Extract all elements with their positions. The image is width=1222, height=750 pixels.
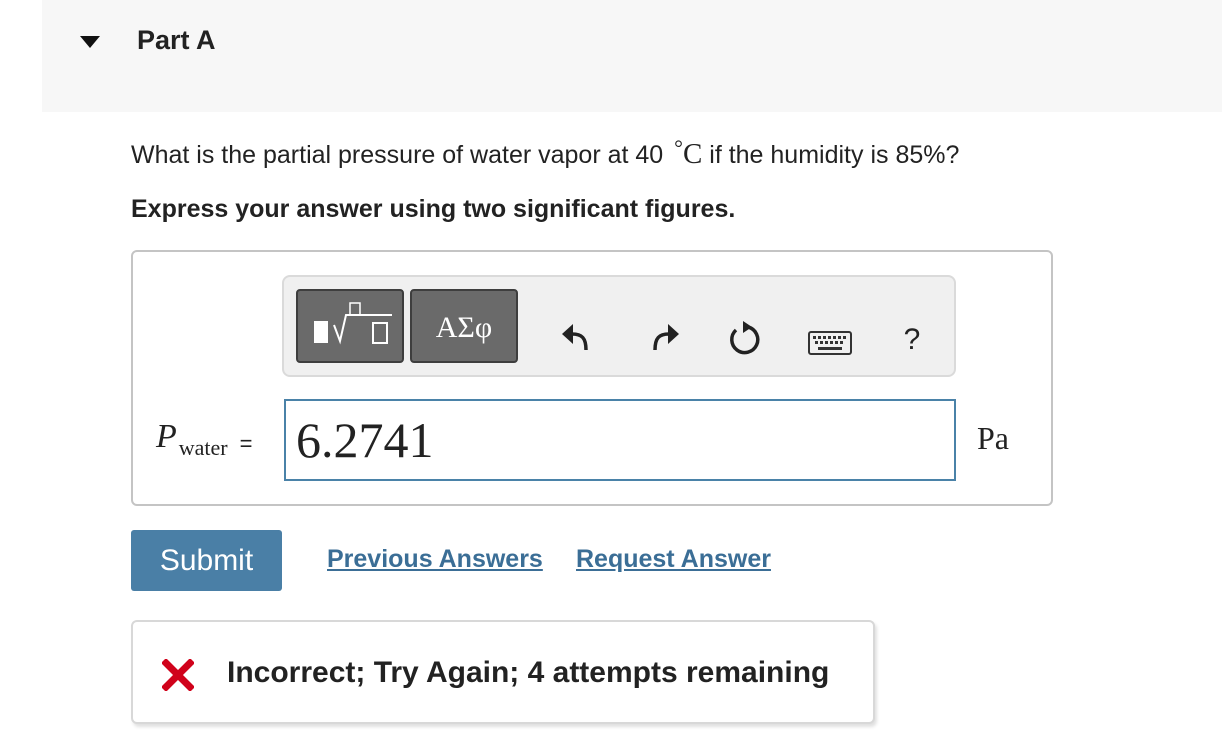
variable-subscript: water bbox=[178, 435, 228, 460]
answer-unit: Pa bbox=[977, 420, 1009, 456]
answer-input[interactable]: 6.2741 bbox=[284, 399, 956, 481]
symbols-button[interactable]: ΑΣφ bbox=[410, 289, 518, 363]
instruction-text: Express your answer using two significan… bbox=[131, 195, 736, 223]
part-title: Part A bbox=[137, 25, 216, 55]
equals-sign: = bbox=[239, 431, 253, 456]
question-text-before: What is the partial pressure of water va… bbox=[131, 141, 671, 169]
reset-icon[interactable] bbox=[726, 320, 764, 358]
variable-symbol: P bbox=[156, 418, 177, 455]
request-answer-link[interactable]: Request Answer bbox=[576, 545, 771, 574]
answer-variable-label: Pwater = bbox=[156, 418, 253, 460]
undo-icon[interactable] bbox=[560, 318, 596, 354]
feedback-text: Incorrect; Try Again; 4 attempts remaini… bbox=[227, 656, 830, 689]
templates-button[interactable] bbox=[296, 289, 404, 363]
svg-text:?: ? bbox=[904, 323, 921, 356]
part-header bbox=[42, 0, 1222, 112]
question-text-after: if the humidity is 85%? bbox=[702, 141, 960, 169]
help-icon[interactable]: ? bbox=[898, 320, 926, 356]
symbols-icon: ΑΣφ bbox=[435, 311, 493, 344]
degree-symbol: ° bbox=[674, 135, 683, 160]
submit-button[interactable]: Submit bbox=[131, 530, 282, 591]
templates-icon bbox=[314, 302, 392, 345]
temperature-unit: C bbox=[682, 138, 703, 170]
collapse-triangle-icon[interactable] bbox=[80, 36, 100, 48]
previous-answers-link[interactable]: Previous Answers bbox=[327, 545, 543, 574]
incorrect-x-icon bbox=[162, 659, 194, 691]
redo-icon[interactable] bbox=[645, 318, 681, 354]
question-text: What is the partial pressure of water va… bbox=[131, 135, 960, 171]
keyboard-icon[interactable] bbox=[808, 331, 852, 355]
